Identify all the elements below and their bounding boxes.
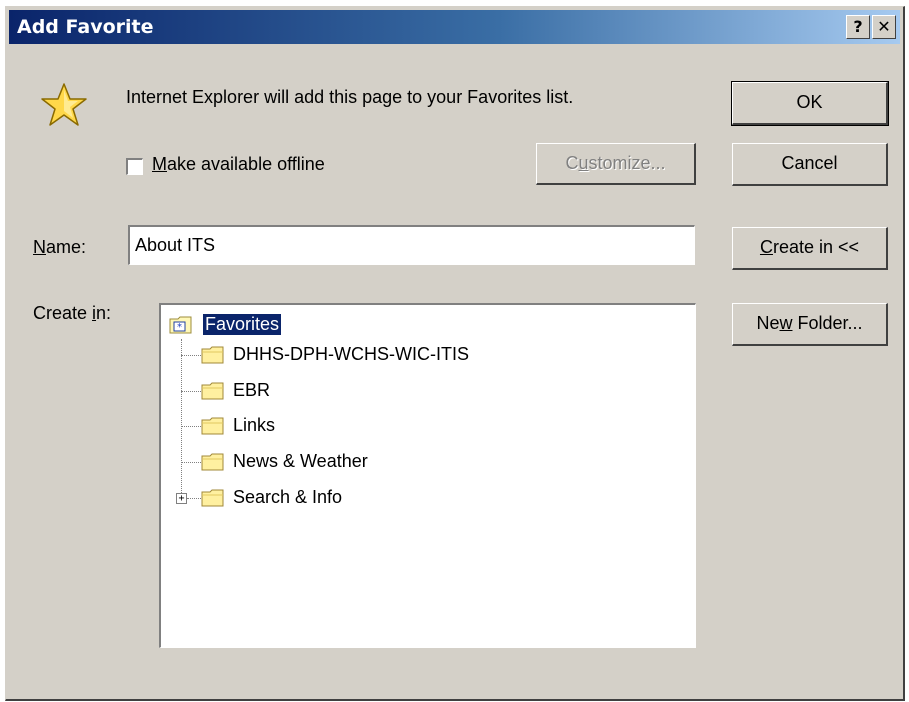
tree-label[interactable]: DHHS-DPH-WCHS-WIC-ITIS <box>233 344 469 365</box>
offline-checkbox[interactable] <box>126 158 143 175</box>
tree-connector-line <box>187 498 201 499</box>
star-icon <box>41 83 87 126</box>
create-in-label: Create in: <box>33 303 112 323</box>
tree-connector-line <box>181 426 201 427</box>
add-favorite-dialog: Add Favorite ? ✕ Internet Explorer will … <box>5 6 905 701</box>
create-in-button[interactable]: Create in << <box>732 227 888 270</box>
tree-label[interactable]: EBR <box>233 380 270 401</box>
tree-label-favorites[interactable]: Favorites <box>201 313 283 336</box>
cancel-button[interactable]: Cancel <box>732 143 888 186</box>
close-button[interactable]: ✕ <box>872 15 896 39</box>
customize-button[interactable]: Customize... <box>536 143 696 185</box>
tree-label[interactable]: Search & Info <box>233 487 342 508</box>
title-bar[interactable]: Add Favorite ? ✕ <box>9 10 900 44</box>
folder-icon <box>201 453 224 471</box>
folder-tree[interactable]: * Favorites DHHS-DPH-WCHS-WIC-ITIS EBR L… <box>159 303 696 648</box>
tree-connector-line <box>181 391 201 392</box>
ok-button[interactable]: OK <box>731 81 889 126</box>
favorites-folder-icon: * <box>169 316 192 334</box>
info-message: Internet Explorer will add this page to … <box>126 87 574 107</box>
offline-label[interactable]: Make available offline <box>152 154 325 175</box>
new-folder-button[interactable]: New Folder... <box>732 303 888 346</box>
svg-text:*: * <box>177 322 182 333</box>
tree-connector-line <box>181 339 182 499</box>
tree-label[interactable]: News & Weather <box>233 451 368 472</box>
name-input[interactable] <box>132 229 693 261</box>
folder-icon <box>201 489 224 507</box>
folder-icon <box>201 382 224 400</box>
expand-icon[interactable]: + <box>176 493 187 504</box>
tree-connector-line <box>181 462 201 463</box>
folder-icon <box>201 417 224 435</box>
tree-label[interactable]: Links <box>233 415 275 436</box>
name-field <box>128 225 695 265</box>
help-button[interactable]: ? <box>846 15 870 39</box>
window-title: Add Favorite <box>17 16 154 38</box>
folder-icon <box>201 346 224 364</box>
tree-connector-line <box>181 355 201 356</box>
name-label: Name: <box>33 237 87 257</box>
